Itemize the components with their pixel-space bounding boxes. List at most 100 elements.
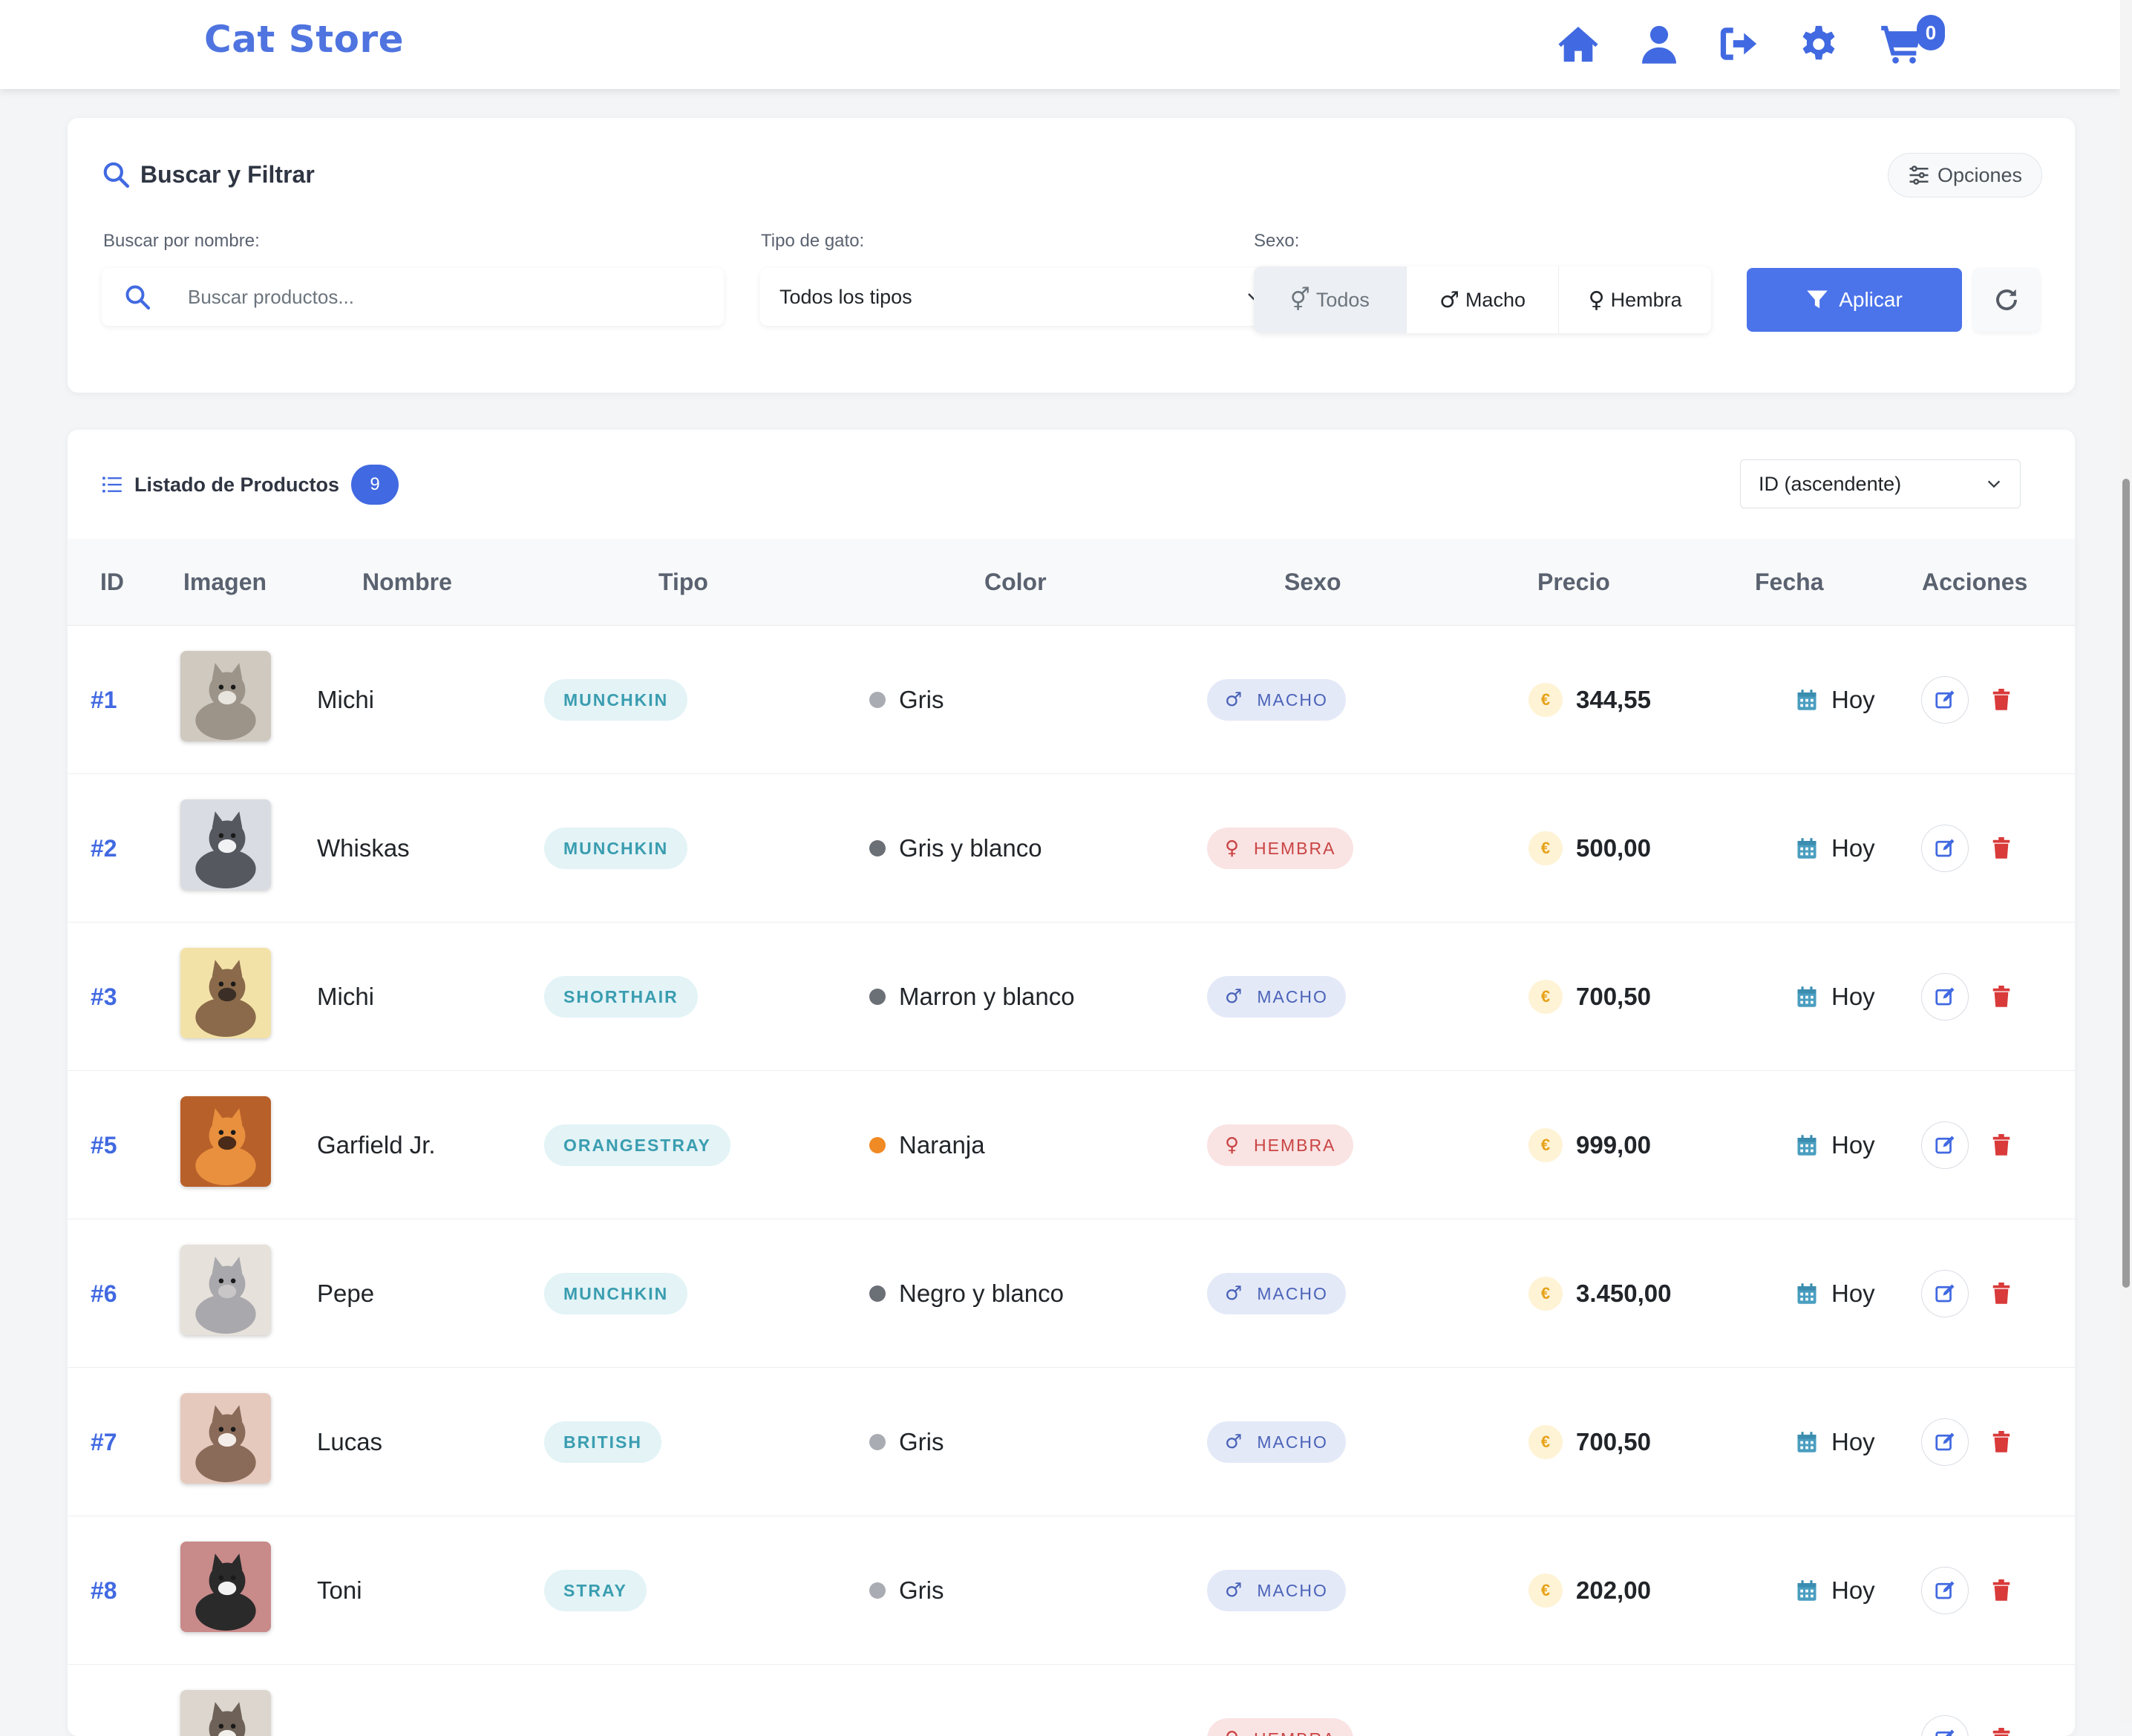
- product-name: Lucas: [317, 1368, 382, 1516]
- delete-button[interactable]: [1989, 1130, 2014, 1160]
- delete-button[interactable]: [1989, 1576, 2014, 1605]
- sex-toggle-group: ⚥ Todos ♂ Macho ♀ Hembra: [1254, 266, 1711, 333]
- column-header-color[interactable]: Color: [984, 539, 1047, 626]
- apply-label: Aplicar: [1839, 288, 1903, 312]
- product-id[interactable]: #1: [91, 626, 117, 774]
- list-icon: [102, 474, 122, 495]
- delete-button[interactable]: [1989, 1724, 2014, 1736]
- edit-icon: [1934, 1728, 1956, 1736]
- price-value: 3.450,00: [1576, 1280, 1671, 1308]
- sliders-icon: [1908, 164, 1930, 186]
- product-image[interactable]: [180, 651, 271, 741]
- column-header-fecha[interactable]: Fecha: [1755, 539, 1823, 626]
- sex-badge-label: MACHO: [1257, 1581, 1328, 1601]
- color-dot: [869, 1434, 886, 1450]
- calendar-icon: [1796, 986, 1831, 1008]
- brand-logo[interactable]: Cat Store: [204, 18, 404, 61]
- edit-icon: [1934, 1579, 1956, 1602]
- color-dot: [869, 1285, 886, 1302]
- search-field[interactable]: [102, 268, 724, 326]
- sex-badge: ♂MACHO: [1207, 1421, 1346, 1463]
- apply-button[interactable]: Aplicar: [1747, 268, 1962, 332]
- product-id[interactable]: #3: [91, 923, 117, 1071]
- product-image[interactable]: [180, 948, 271, 1038]
- home-icon[interactable]: [1557, 22, 1600, 65]
- sex-option-macho[interactable]: ♂ Macho: [1406, 266, 1559, 333]
- delete-button[interactable]: [1989, 685, 2014, 715]
- sort-select[interactable]: ID (ascendente): [1740, 459, 2021, 508]
- male-icon: ♂: [1225, 986, 1242, 1008]
- product-image[interactable]: [180, 799, 271, 890]
- search-icon: [102, 160, 130, 189]
- product-id[interactable]: #7: [91, 1368, 117, 1516]
- trash-icon: [1992, 1134, 2011, 1156]
- product-name: Michi: [317, 626, 374, 774]
- gear-icon[interactable]: [1797, 22, 1840, 65]
- product-image[interactable]: [180, 1393, 271, 1484]
- product-id[interactable]: #2: [91, 774, 117, 923]
- edit-button[interactable]: [1921, 1270, 1969, 1317]
- color-label: Negro y blanco: [899, 1280, 1064, 1308]
- table-row: ♀HEMBRA: [68, 1665, 2075, 1736]
- logout-icon[interactable]: [1717, 22, 1760, 65]
- column-header-nombre[interactable]: Nombre: [362, 539, 452, 626]
- product-id[interactable]: #5: [91, 1071, 117, 1219]
- type-select[interactable]: Todos los tipos: [760, 268, 1284, 326]
- product-count-badge: 9: [351, 465, 399, 505]
- euro-icon: €: [1528, 1277, 1563, 1311]
- edit-button[interactable]: [1921, 825, 1969, 872]
- sex-option-todos[interactable]: ⚥ Todos: [1254, 266, 1406, 333]
- product-price: €344,55: [1528, 626, 1651, 774]
- date-value: Hoy: [1831, 1131, 1875, 1159]
- search-input[interactable]: [188, 286, 693, 309]
- product-id[interactable]: #8: [91, 1516, 117, 1665]
- type-badge: MUNCHKIN: [544, 1273, 687, 1314]
- sex-option-hembra[interactable]: ♀ Hembra: [1558, 266, 1711, 333]
- reset-button[interactable]: [1973, 268, 2040, 332]
- product-date: Hoy: [1796, 626, 1875, 774]
- color-dot: [869, 989, 886, 1005]
- table-row: #5Garfield Jr.ORANGESTRAYNaranja♀HEMBRA€…: [68, 1071, 2075, 1219]
- column-header-id[interactable]: ID: [100, 539, 124, 626]
- product-color: Gris: [869, 626, 944, 774]
- product-date: Hoy: [1796, 1368, 1875, 1516]
- product-name: Pepe: [317, 1219, 374, 1368]
- edit-button[interactable]: [1921, 1418, 1969, 1466]
- options-button[interactable]: Opciones: [1888, 153, 2042, 197]
- calendar-icon: [1796, 689, 1831, 711]
- delete-button[interactable]: [1989, 982, 2014, 1012]
- search-label: Buscar por nombre:: [103, 231, 260, 252]
- edit-button[interactable]: [1921, 1567, 1969, 1614]
- product-image[interactable]: [180, 1690, 271, 1736]
- delete-button[interactable]: [1989, 833, 2014, 863]
- edit-button[interactable]: [1921, 676, 1969, 724]
- product-image[interactable]: [180, 1542, 271, 1632]
- edit-button[interactable]: [1921, 973, 1969, 1021]
- color-dot: [869, 840, 886, 856]
- color-label: Gris y blanco: [899, 834, 1042, 862]
- user-icon[interactable]: [1638, 22, 1681, 65]
- column-header-tipo[interactable]: Tipo: [658, 539, 708, 626]
- edit-button[interactable]: [1921, 1715, 1969, 1736]
- date-value: Hoy: [1831, 1428, 1875, 1456]
- scrollbar-thumb[interactable]: [2122, 479, 2130, 1288]
- filter-icon: [1806, 289, 1828, 311]
- chevron-down-icon: [1986, 476, 2002, 492]
- calendar-icon: [1796, 837, 1831, 859]
- male-icon: ♂: [1225, 1579, 1242, 1602]
- edit-button[interactable]: [1921, 1121, 1969, 1169]
- date-value: Hoy: [1831, 834, 1875, 862]
- calendar-icon: [1796, 1579, 1831, 1602]
- female-icon: ♀: [1225, 1728, 1239, 1736]
- column-header-sexo[interactable]: Sexo: [1284, 539, 1341, 626]
- product-image[interactable]: [180, 1096, 271, 1187]
- date-value: Hoy: [1831, 686, 1875, 714]
- column-header-precio[interactable]: Precio: [1537, 539, 1610, 626]
- product-image[interactable]: [180, 1245, 271, 1335]
- calendar-icon: [1796, 1431, 1831, 1453]
- delete-button[interactable]: [1989, 1427, 2014, 1457]
- delete-button[interactable]: [1989, 1279, 2014, 1308]
- product-id[interactable]: #6: [91, 1219, 117, 1368]
- edit-icon: [1934, 1134, 1956, 1156]
- edit-icon: [1934, 1431, 1956, 1453]
